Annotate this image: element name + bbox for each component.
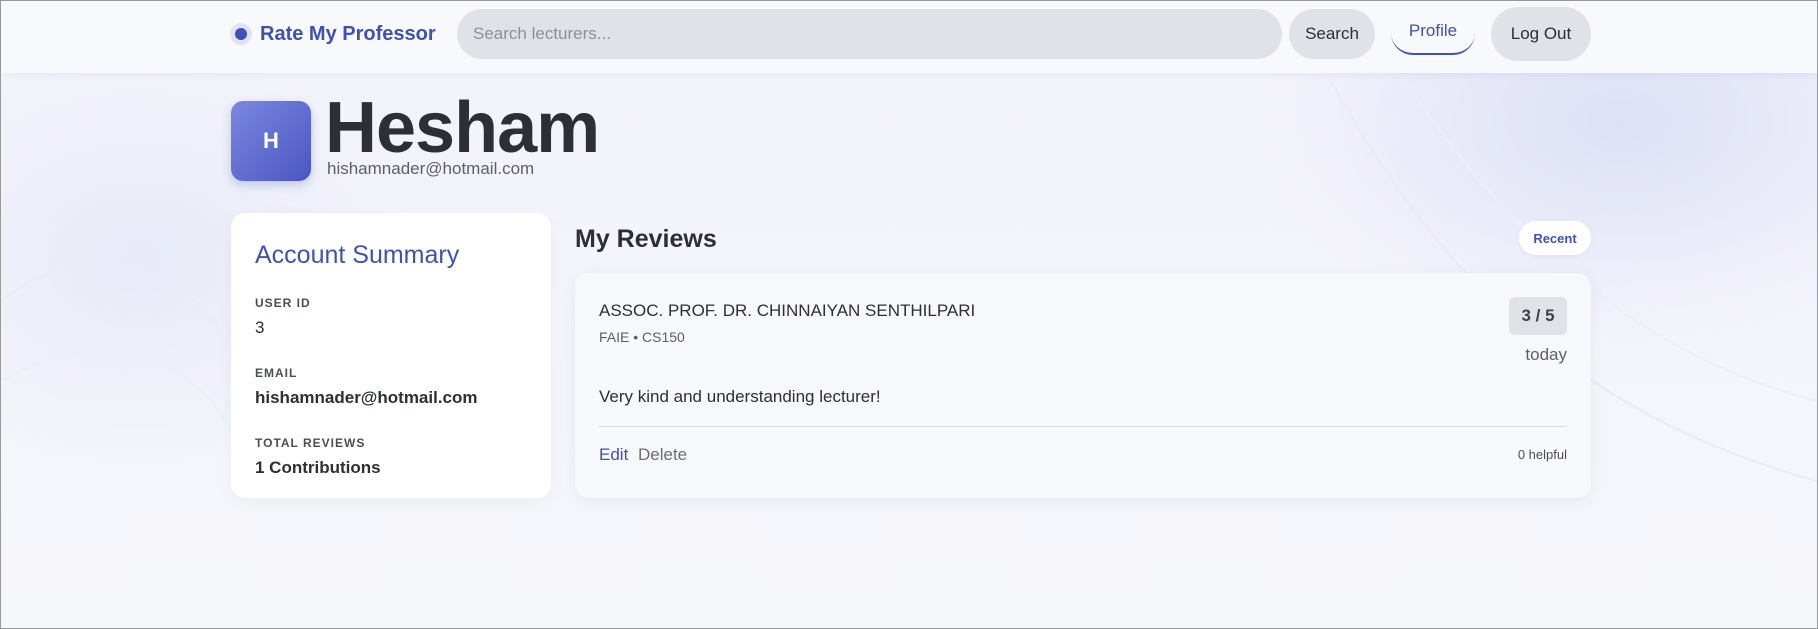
top-navbar: Rate My Professor Search Profile Log Out <box>1 1 1817 73</box>
total-reviews-value: 1 Contributions <box>255 458 381 477</box>
summary-title: Account Summary <box>255 241 460 269</box>
account-summary-card: Account Summary USER ID 3 EMAIL hishamna… <box>231 213 551 498</box>
page-title: Hesham <box>325 88 600 168</box>
avatar: H <box>231 101 311 181</box>
helpful-count: 0 helpful <box>1517 447 1567 462</box>
review-divider <box>599 426 1567 427</box>
search-input[interactable] <box>457 9 1282 59</box>
rating-badge: 3 / 5 <box>1509 297 1567 335</box>
sort-recent-badge[interactable]: Recent <box>1519 221 1591 255</box>
brand-dot-icon <box>230 23 252 45</box>
user-email: hishamnader@hotmail.com <box>327 159 535 178</box>
user-id-label: USER ID <box>255 296 311 310</box>
lecturer-meta: FAIE • CS150 <box>599 329 685 345</box>
user-id-value: 3 <box>255 318 265 337</box>
review-text: Very kind and understanding lecturer! <box>599 387 881 406</box>
email-value: hishamnader@hotmail.com <box>255 388 478 407</box>
profile-link[interactable]: Profile <box>1391 9 1475 55</box>
delete-review-button[interactable]: Delete <box>638 445 687 465</box>
brand-logo[interactable]: Rate My Professor <box>230 20 436 48</box>
email-label: EMAIL <box>255 366 298 380</box>
review-card: ASSOC. PROF. DR. CHINNAIYAN SENTHILPARI … <box>575 273 1591 498</box>
edit-review-button[interactable]: Edit <box>599 445 628 465</box>
reviews-title: My Reviews <box>575 225 717 253</box>
logout-button[interactable]: Log Out <box>1491 7 1591 61</box>
review-date: today <box>1525 345 1567 364</box>
brand-name: Rate My Professor <box>260 22 436 45</box>
total-reviews-label: TOTAL REVIEWS <box>255 436 366 450</box>
lecturer-name[interactable]: ASSOC. PROF. DR. CHINNAIYAN SENTHILPARI <box>599 301 975 321</box>
search-button[interactable]: Search <box>1289 9 1375 59</box>
